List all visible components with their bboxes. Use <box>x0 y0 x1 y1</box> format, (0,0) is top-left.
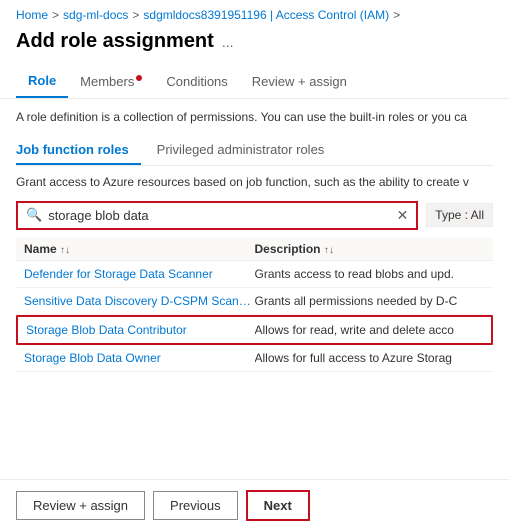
breadcrumb-sep-1: > <box>52 8 59 22</box>
search-box[interactable]: 🔍 ✕ <box>16 201 418 230</box>
table-row-selected[interactable]: Storage Blob Data Contributor Allows for… <box>16 315 493 345</box>
previous-button[interactable]: Previous <box>153 491 238 520</box>
name-sort-icon: ↑↓ <box>60 245 70 256</box>
breadcrumb-home[interactable]: Home <box>16 8 48 22</box>
row-name: Storage Blob Data Owner <box>24 351 255 365</box>
row-desc: Allows for full access to Azure Storag <box>255 351 486 365</box>
col-name: Name ↑↓ <box>24 242 255 256</box>
members-dot <box>136 75 142 81</box>
row-desc: Grants all permissions needed by D-C <box>255 294 486 308</box>
sub-tabs-bar: Job function roles Privileged administra… <box>16 136 493 166</box>
next-button[interactable]: Next <box>246 490 310 521</box>
breadcrumb: Home > sdg-ml-docs > sdgmldocs8391951196… <box>0 0 509 26</box>
row-name: Sensitive Data Discovery D-CSPM Scanner … <box>24 294 255 308</box>
row-desc: Allows for read, write and delete acco <box>255 323 484 337</box>
sub-tab-privileged[interactable]: Privileged administrator roles <box>157 136 337 165</box>
page-title: Add role assignment ... <box>0 26 509 65</box>
table: Name ↑↓ Description ↑↓ Defender for Stor… <box>16 238 493 372</box>
table-header: Name ↑↓ Description ↑↓ <box>16 238 493 261</box>
breadcrumb-sep-2: > <box>132 8 139 22</box>
type-badge[interactable]: Type : All <box>426 203 493 227</box>
footer: Review + assign Previous Next <box>0 479 509 531</box>
desc-sort-icon: ↑↓ <box>324 245 334 256</box>
review-assign-button[interactable]: Review + assign <box>16 491 145 520</box>
breadcrumb-iam[interactable]: sdgmldocs8391951196 | Access Control (IA… <box>143 8 389 22</box>
row-desc: Grants access to read blobs and upd. <box>255 267 486 281</box>
tab-members[interactable]: Members <box>68 66 154 97</box>
row-name: Defender for Storage Data Scanner <box>24 267 255 281</box>
row-name: Storage Blob Data Contributor <box>26 323 255 337</box>
page-title-ellipsis: ... <box>222 34 234 50</box>
breadcrumb-sep-3: > <box>393 8 400 22</box>
tab-review-assign[interactable]: Review + assign <box>240 66 359 97</box>
col-description: Description ↑↓ <box>255 242 486 256</box>
search-clear-icon[interactable]: ✕ <box>397 207 409 224</box>
search-row: 🔍 ✕ Type : All <box>16 201 493 230</box>
sub-tab-job-function[interactable]: Job function roles <box>16 136 141 165</box>
breadcrumb-sdg[interactable]: sdg-ml-docs <box>63 8 128 22</box>
search-input[interactable] <box>48 208 390 223</box>
table-row[interactable]: Defender for Storage Data Scanner Grants… <box>16 261 493 288</box>
search-icon: 🔍 <box>26 207 42 223</box>
sub-description: Grant access to Azure resources based on… <box>16 174 493 191</box>
tab-conditions[interactable]: Conditions <box>154 66 239 97</box>
tabs-bar: Role Members Conditions Review + assign <box>0 65 509 99</box>
table-row[interactable]: Storage Blob Data Owner Allows for full … <box>16 345 493 372</box>
table-row[interactable]: Sensitive Data Discovery D-CSPM Scanner … <box>16 288 493 315</box>
tab-role[interactable]: Role <box>16 65 68 98</box>
role-description: A role definition is a collection of per… <box>16 109 493 126</box>
